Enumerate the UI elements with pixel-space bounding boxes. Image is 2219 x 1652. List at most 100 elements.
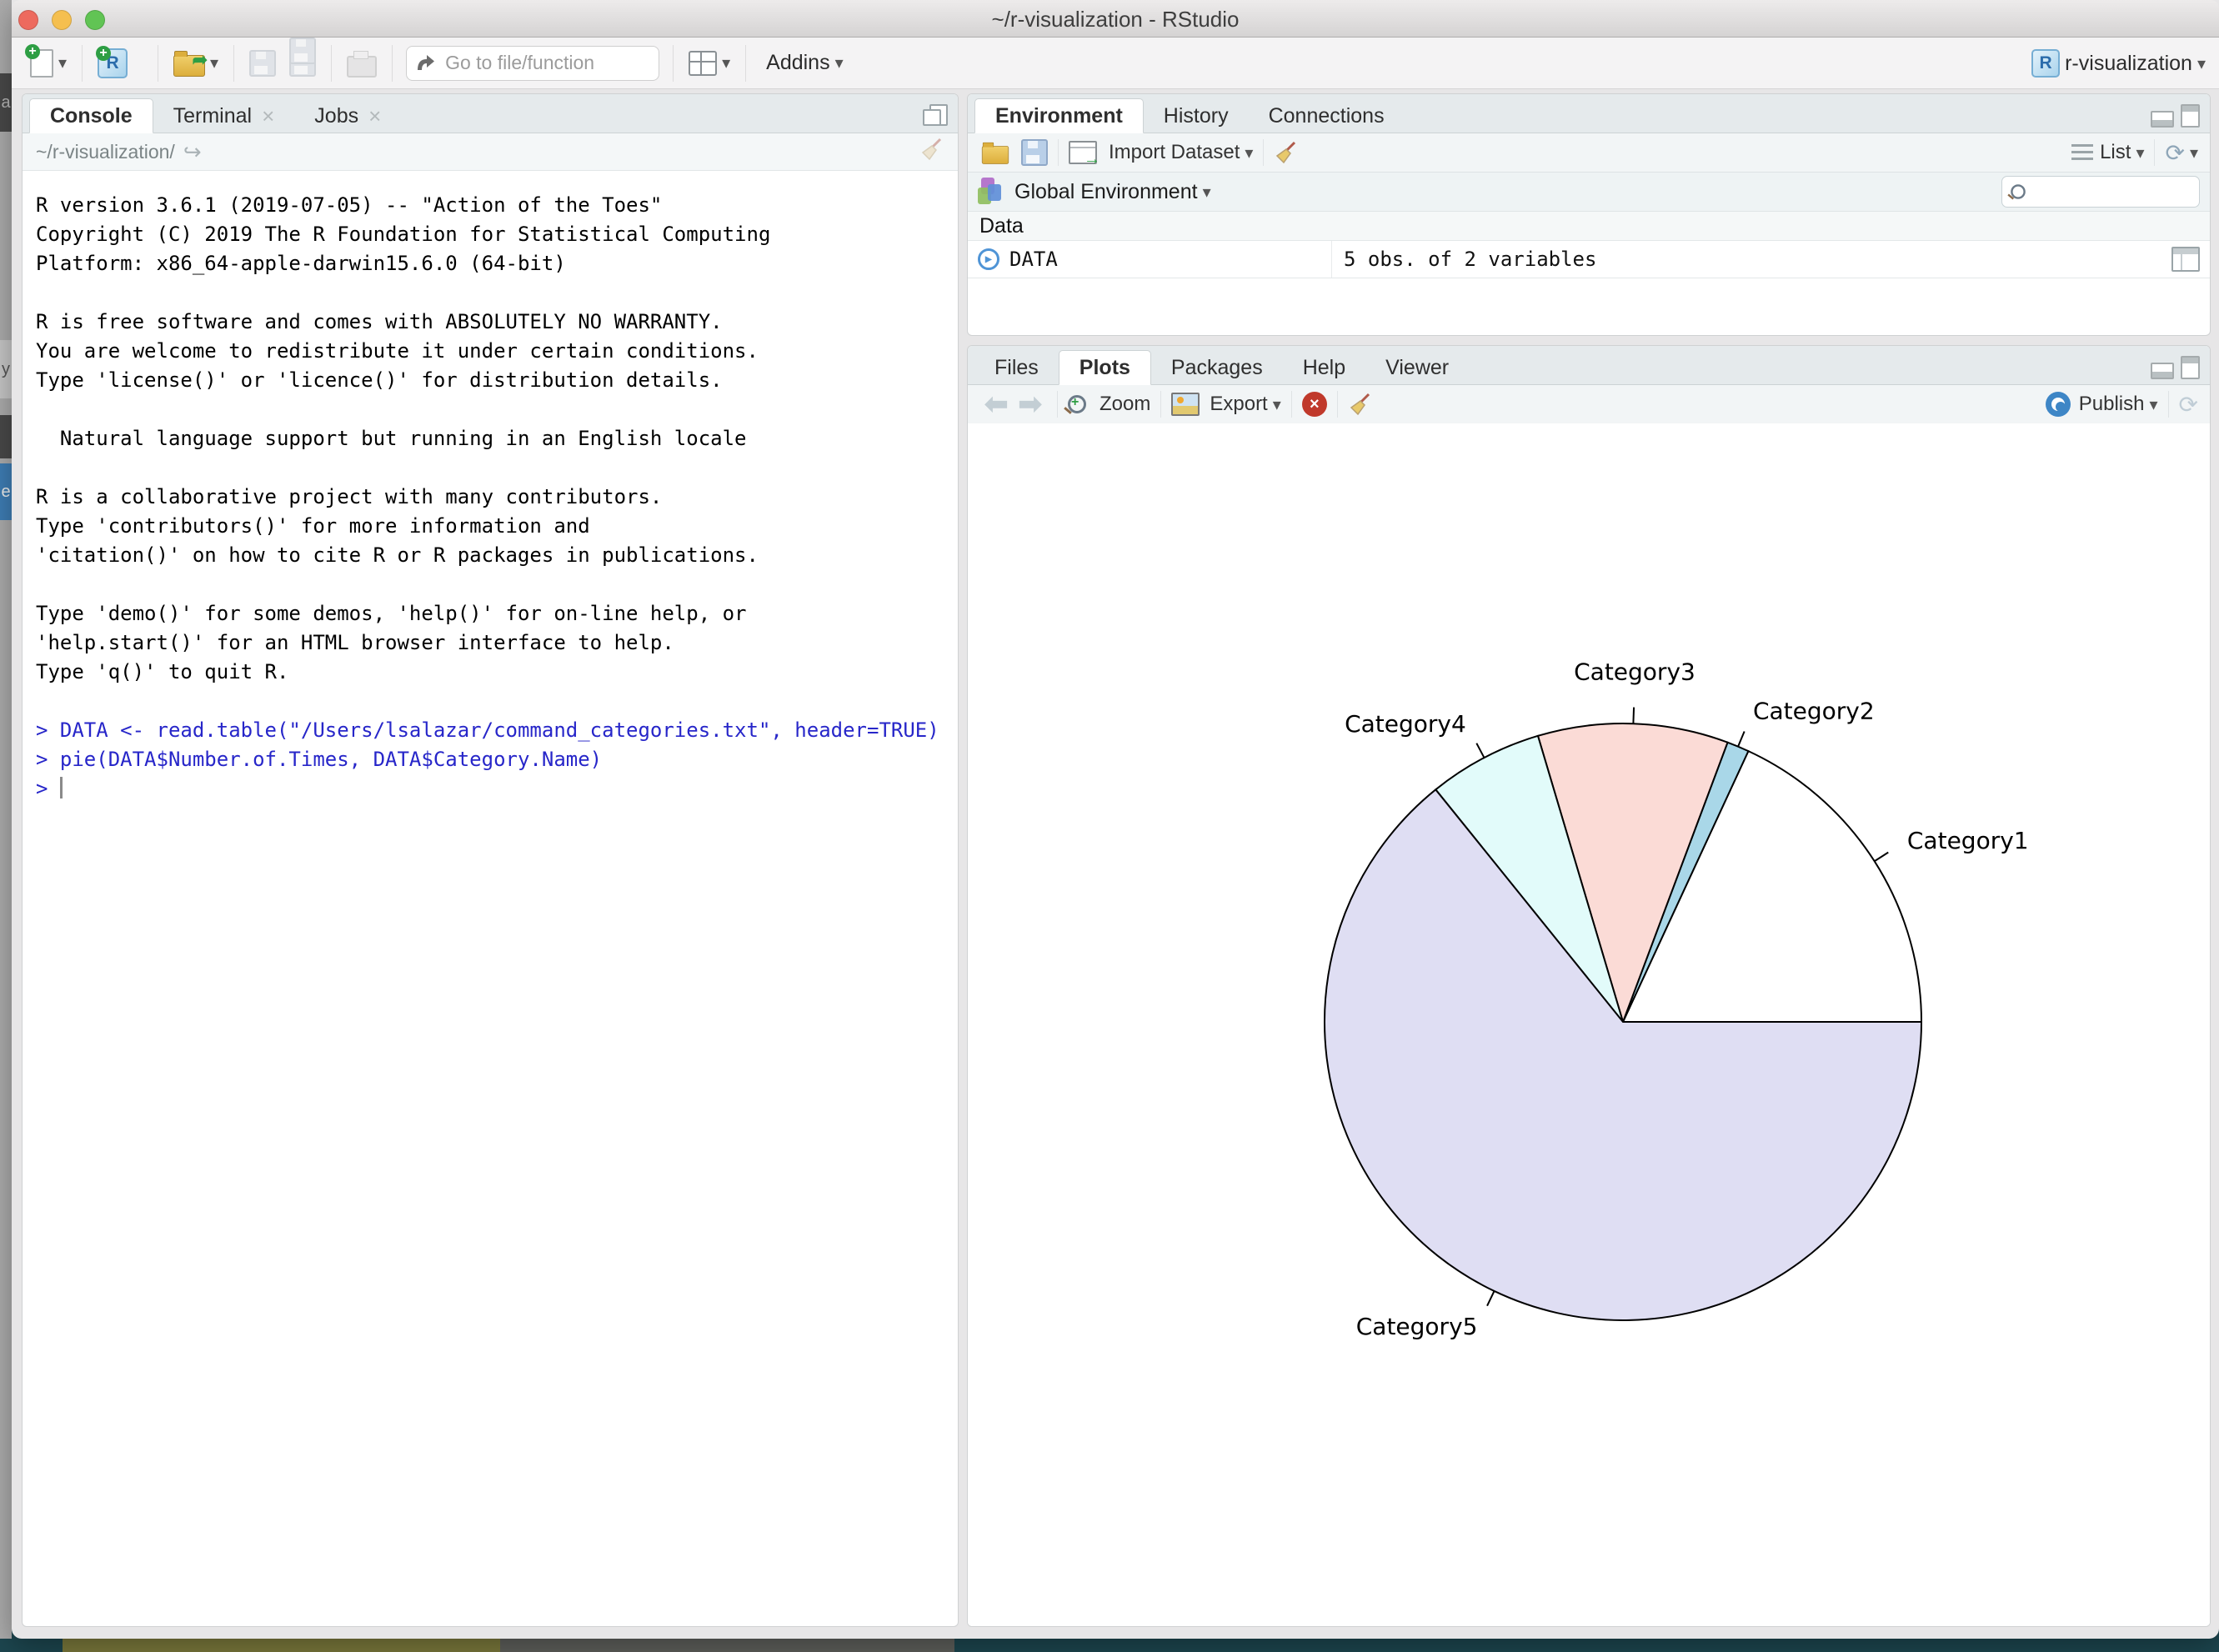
goto-file-search[interactable] [406,46,659,81]
tab-console[interactable]: Console [29,98,153,133]
clear-environment-icon[interactable] [1274,140,1299,165]
print-button[interactable] [340,43,383,84]
expand-object-icon[interactable]: ▶ [978,248,999,270]
tab-connections[interactable]: Connections [1249,100,1405,133]
next-plot-icon[interactable]: ➡ [1019,388,1043,421]
object-name[interactable]: DATA [1009,248,1058,271]
tab-plots[interactable]: Plots [1059,350,1151,385]
title-bar[interactable]: ~/r-visualization - RStudio [12,0,2219,38]
list-view-icon[interactable] [2071,144,2093,161]
export-plot-icon[interactable] [1171,393,1200,416]
tab-label: Packages [1171,352,1263,384]
pie-label-category4: Category4 [1345,710,1466,738]
chevron-down-icon[interactable]: ▾ [1203,182,1211,203]
pie-label-category1: Category1 [1907,827,2029,854]
goto-file-input[interactable] [443,51,639,75]
chevron-down-icon[interactable]: ▾ [58,53,67,73]
clear-all-plots-icon[interactable] [1348,392,1373,417]
chevron-down-icon: ▾ [835,53,844,73]
previous-plot-icon[interactable]: ⬅ [984,388,1009,421]
chevron-down-icon[interactable]: ▾ [722,53,730,73]
console-output-line: Natural language support but running in … [36,424,958,453]
panes-layout-button[interactable]: ▾ [682,43,737,84]
addins-button[interactable]: Addins ▾ [754,43,850,84]
background-fragment: e [0,463,12,520]
refresh-icon[interactable]: ⟳ [2165,139,2184,167]
new-project-button[interactable]: R + [91,43,149,84]
zoom-plot-label[interactable]: Zoom [1099,393,1150,416]
environment-search[interactable] [2001,176,2200,208]
console-output[interactable]: R version 3.6.1 (2019-07-05) -- "Action … [23,171,958,803]
tab-label: Files [994,352,1039,384]
pie-label-category5: Category5 [1356,1313,1478,1340]
chevron-down-icon[interactable]: ▾ [1245,143,1253,163]
chevron-down-icon[interactable]: ▾ [1273,394,1281,415]
chevron-down-icon[interactable]: ▾ [210,53,218,73]
close-icon[interactable]: × [262,100,274,133]
chevron-down-icon: ▾ [2197,53,2206,74]
save-button[interactable] [243,43,283,84]
desktop-strip-segment [63,1639,500,1652]
chevron-down-icon[interactable]: ▾ [2149,394,2157,415]
list-view-label[interactable]: List [2100,141,2131,164]
plots-tabbar: Files Plots Packages Help Viewer [968,346,2210,385]
close-icon[interactable]: × [368,100,381,133]
goto-directory-icon[interactable]: ↪ [183,139,202,165]
text-cursor [60,777,63,798]
tab-help[interactable]: Help [1283,352,1365,384]
tab-label: Console [50,100,133,133]
tab-history[interactable]: History [1144,100,1249,133]
minimize-pane-icon[interactable] [2151,363,2174,379]
open-file-button[interactable]: ➦ ▾ [167,43,225,84]
tab-label: Environment [995,100,1123,133]
console-output-line [36,570,958,599]
tab-label: Terminal [173,100,252,133]
tab-terminal[interactable]: Terminal × [153,100,295,133]
tab-jobs[interactable]: Jobs × [294,100,401,133]
maximize-pane-icon[interactable] [2181,356,2200,379]
tab-packages[interactable]: Packages [1151,352,1283,384]
project-selector[interactable]: R r-visualization ▾ [2031,43,2206,84]
publish-label[interactable]: Publish [2079,393,2145,416]
minimize-pane-icon[interactable] [2151,111,2174,128]
pie-label-tick [1738,732,1745,747]
save-all-button[interactable] [283,43,323,84]
environment-scope-row: Global Environment ▾ [968,173,2210,212]
environment-search-input[interactable] [2032,180,2186,203]
maximize-pane-icon[interactable] [923,104,948,126]
load-workspace-icon[interactable] [982,146,1009,164]
toolbar-separator [1263,139,1264,166]
console-tabbar: Console Terminal × Jobs × [23,94,958,133]
save-all-icon-back [289,38,316,64]
pie-chart: Category1Category2Category3Category4Cate… [968,423,2208,1627]
pie-label-category2: Category2 [1753,698,1875,725]
import-dataset-icon[interactable] [1069,141,1097,164]
environment-scope-label[interactable]: Global Environment [1014,180,1198,204]
window-title: ~/r-visualization - RStudio [12,0,2219,37]
environment-object-row[interactable]: ▶ DATA 5 obs. of 2 variables [968,241,2210,278]
pie-label-tick [1875,853,1889,862]
environment-tabbar: Environment History Connections [968,94,2210,133]
tab-viewer[interactable]: Viewer [1365,352,1469,384]
refresh-plot-icon[interactable]: ⟳ [2179,391,2198,418]
import-dataset-label[interactable]: Import Dataset [1109,141,1240,164]
chevron-down-icon[interactable]: ▾ [2190,143,2198,163]
view-data-icon[interactable] [2171,247,2200,272]
maximize-pane-icon[interactable] [2181,104,2200,128]
clear-console-icon[interactable] [919,137,944,162]
toolbar-separator [2168,391,2169,418]
export-plot-label[interactable]: Export [1210,393,1267,416]
zoom-plot-icon[interactable]: + [1068,395,1086,413]
save-workspace-icon[interactable] [1021,139,1048,166]
remove-plot-icon[interactable]: × [1302,392,1327,417]
toolbar-separator [2154,139,2155,166]
goto-arrow-icon [415,53,437,74]
tab-files[interactable]: Files [974,352,1059,384]
publish-icon[interactable] [2046,392,2071,417]
tab-label: Jobs [314,100,358,133]
toolbar-separator [745,45,746,82]
chevron-down-icon[interactable]: ▾ [2136,143,2144,163]
new-file-button[interactable]: + ▾ [23,43,73,84]
tab-environment[interactable]: Environment [974,98,1144,133]
console-output-line [36,395,958,424]
